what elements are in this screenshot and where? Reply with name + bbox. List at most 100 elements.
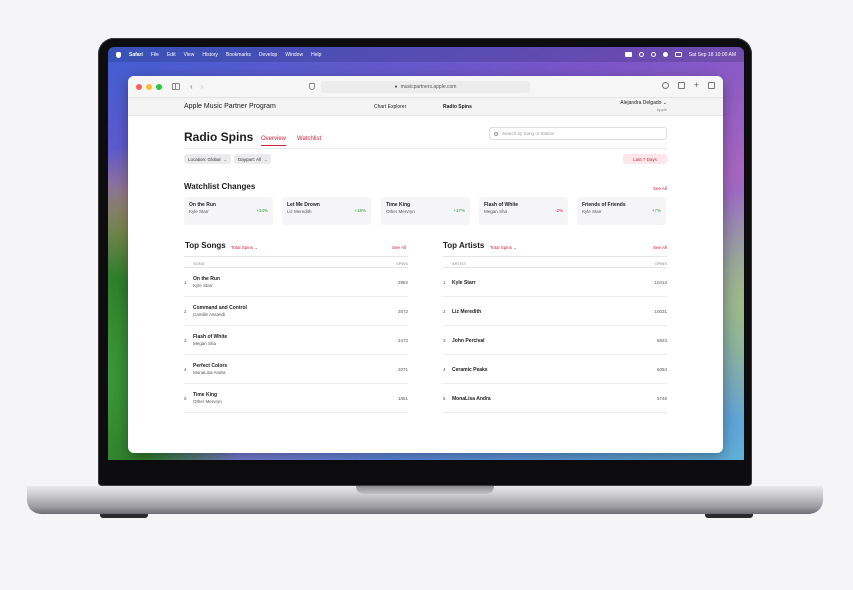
- row-spins: 2882: [397, 280, 408, 285]
- close-window-button[interactable]: [136, 83, 142, 90]
- browser-toolbar: ‹ › ● musicpartners.apple.com +: [128, 76, 723, 98]
- nav-radio-spins[interactable]: Radio Spins: [443, 104, 472, 110]
- tab-overview[interactable]: Overview: [261, 136, 287, 146]
- page-title: Radio Spins: [184, 130, 254, 144]
- top-artists-see-all-link[interactable]: See All: [653, 245, 667, 250]
- apple-logo-icon[interactable]: [116, 51, 121, 58]
- menu-clock[interactable]: Sat Sep 18 10:00 AM: [689, 52, 736, 58]
- table-row[interactable]: 3 Flash of White Megan Sha 2472: [184, 326, 408, 355]
- nav-chart-explorer[interactable]: Chart Explorer: [374, 104, 406, 110]
- menu-item-develop[interactable]: Develop: [259, 52, 277, 58]
- card-change: +17%: [453, 208, 465, 213]
- user-org: Apple: [656, 107, 667, 112]
- daypart-filter-label: Daypart: All: [238, 156, 262, 162]
- row-artist: Kyle Starr: [193, 283, 213, 288]
- table-row[interactable]: 5 MonaLisa Andra 5748: [443, 384, 667, 413]
- table-header: ARTIST SPINS: [443, 256, 667, 268]
- tab-overview-icon[interactable]: [708, 82, 715, 89]
- watchlist-title: Watchlist Changes: [184, 182, 256, 191]
- share-icon[interactable]: [677, 82, 685, 89]
- back-chevron-icon[interactable]: ‹: [190, 82, 193, 91]
- downloads-icon[interactable]: [661, 82, 669, 89]
- col-spins: SPINS: [395, 261, 408, 266]
- chevron-down-icon: ⌄: [254, 245, 259, 250]
- card-change: +7%: [651, 208, 661, 213]
- top-songs-see-all-link[interactable]: See All: [392, 245, 406, 250]
- menu-item-view[interactable]: View: [184, 52, 195, 58]
- watchlist-see-all-link[interactable]: See All: [653, 186, 667, 191]
- table-row[interactable]: 1 On the Run Kyle Starr 2882: [184, 268, 408, 297]
- daypart-filter[interactable]: Daypart: All ⌄: [234, 154, 272, 164]
- row-rank: 2: [443, 309, 446, 314]
- address-bar[interactable]: ● musicpartners.apple.com: [321, 81, 530, 93]
- table-row[interactable]: 1 Kyle Starr 10413: [443, 268, 667, 297]
- watchlist-card[interactable]: Let Me Drown Liz Meredith +18%: [282, 197, 371, 225]
- menu-item-safari[interactable]: Safari: [129, 52, 143, 58]
- location-filter[interactable]: Location: Global ⌄: [184, 154, 231, 164]
- control-center-icon[interactable]: [674, 52, 682, 57]
- chevron-down-icon: ⌄: [513, 245, 518, 250]
- table-row[interactable]: 4 Ceramic Peaks 6084: [443, 355, 667, 384]
- row-title: Time King: [193, 392, 218, 398]
- menu-item-edit[interactable]: Edit: [167, 52, 176, 58]
- row-title: Command and Control: [193, 305, 247, 311]
- top-artists-table: ARTIST SPINS 1 Kyle Starr 10413 2 Liz Me…: [443, 256, 667, 413]
- maximize-window-button[interactable]: [156, 83, 162, 90]
- row-spins: 2472: [397, 338, 408, 343]
- menu-item-help[interactable]: Help: [311, 52, 321, 58]
- focus-moon-icon[interactable]: [662, 52, 668, 57]
- location-filter-label: Location: Global: [188, 156, 221, 162]
- row-spins: 6084: [656, 367, 667, 372]
- watchlist-card[interactable]: Friends of Friends Kyle Starr +7%: [577, 197, 666, 225]
- watchlist-card[interactable]: Flash of White Megan Sha -2%: [479, 197, 568, 225]
- search-input[interactable]: Search by Song or Station: [489, 127, 667, 140]
- row-rank: 1: [443, 280, 446, 285]
- top-artists-sort[interactable]: Total Spins ⌄: [490, 245, 517, 251]
- new-tab-icon[interactable]: +: [694, 81, 699, 90]
- sidebar-toggle-icon[interactable]: [172, 83, 180, 90]
- row-spins: 10031: [654, 309, 667, 314]
- row-artist: MonaLisa Andra: [193, 370, 226, 375]
- table-row[interactable]: 2 Liz Meredith 10031: [443, 297, 667, 326]
- date-range-button[interactable]: Last 7 Days: [623, 154, 667, 164]
- menu-item-history[interactable]: History: [202, 52, 218, 58]
- battery-icon[interactable]: [624, 52, 632, 57]
- table-row[interactable]: 2 Command and Control Camille Assandi 26…: [184, 297, 408, 326]
- search-placeholder: Search by Song or Station: [502, 131, 555, 136]
- minimize-window-button[interactable]: [146, 83, 152, 90]
- row-rank: 4: [184, 367, 187, 372]
- col-song: SONG: [193, 261, 205, 266]
- row-artist: Megan Sha: [193, 341, 217, 346]
- header-divider: [184, 148, 667, 149]
- card-change: +34%: [256, 208, 268, 213]
- table-header: SONG SPINS: [184, 256, 408, 268]
- top-songs-title: Top Songs: [185, 241, 226, 250]
- top-artists-title: Top Artists: [443, 241, 485, 250]
- menu-item-bookmarks[interactable]: Bookmarks: [226, 52, 251, 58]
- row-spins: 5748: [656, 396, 667, 401]
- card-title: Friends of Friends: [582, 202, 626, 208]
- privacy-shield-icon[interactable]: [309, 83, 315, 90]
- menu-item-file[interactable]: File: [151, 52, 159, 58]
- user-name: Alejandra Delgado: [620, 100, 662, 106]
- watchlist-card[interactable]: On the Run Kyle Starr +34%: [184, 197, 273, 225]
- user-menu[interactable]: Alejandra Delgado ⌄ Apple: [620, 100, 667, 112]
- menu-item-window[interactable]: Window: [285, 52, 303, 58]
- row-spins: 1851: [397, 396, 408, 401]
- search-icon[interactable]: [650, 52, 656, 57]
- chevron-down-icon: ⌄: [223, 156, 227, 162]
- site-title[interactable]: Apple Music Partner Program: [184, 103, 276, 110]
- wifi-icon[interactable]: [638, 52, 644, 57]
- watchlist-card[interactable]: Time King Other Mervryn +17%: [381, 197, 470, 225]
- site-header: Apple Music Partner Program Chart Explor…: [128, 98, 723, 116]
- chevron-down-icon: ⌄: [662, 100, 667, 106]
- table-row[interactable]: 5 Time King Other Mervryn 1851: [184, 384, 408, 413]
- tab-watchlist[interactable]: Watchlist: [297, 136, 321, 142]
- address-url: musicpartners.apple.com: [400, 84, 457, 90]
- safari-window: ‹ › ● musicpartners.apple.com + Apple Mu…: [128, 76, 723, 453]
- table-row[interactable]: 4 Perfect Colors MonaLisa Andra 2071: [184, 355, 408, 384]
- table-row[interactable]: 3 John Percival 6823: [443, 326, 667, 355]
- row-artist: Liz Meredith: [452, 309, 482, 315]
- top-songs-sort[interactable]: Total Spins ⌄: [231, 245, 258, 251]
- forward-chevron-icon[interactable]: ›: [201, 82, 204, 91]
